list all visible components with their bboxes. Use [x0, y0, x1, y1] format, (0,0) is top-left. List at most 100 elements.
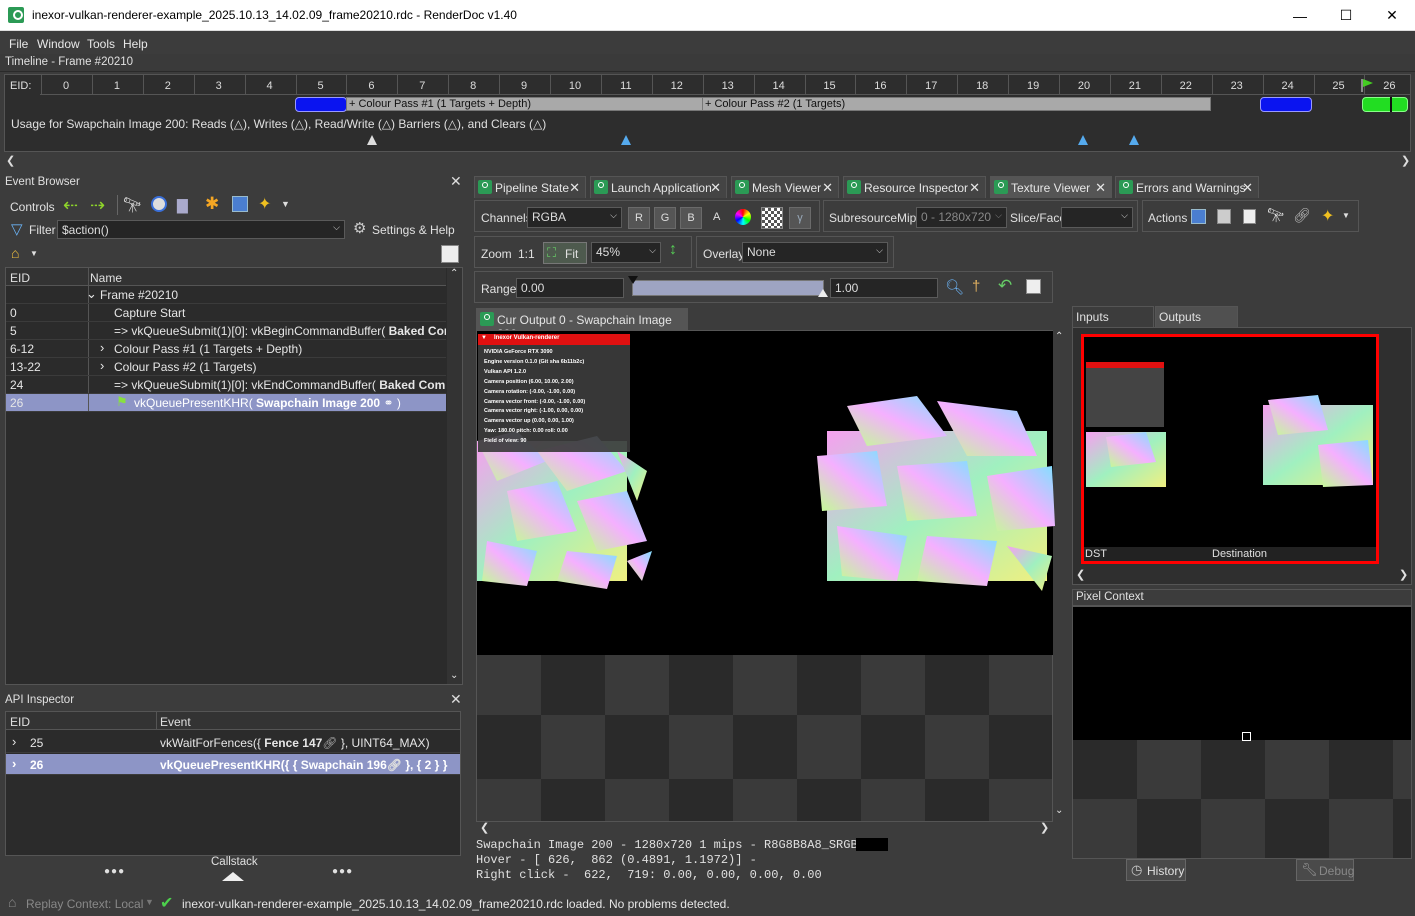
timeline-tick[interactable]: 21 [1120, 80, 1150, 92]
range-min-handle[interactable] [628, 276, 638, 284]
splitter-handle-left[interactable]: ●●● [104, 866, 125, 877]
zoom-select[interactable]: 45% ⌵ [591, 242, 661, 263]
event-row[interactable]: 0 Capture Start [6, 304, 446, 322]
channel-r-toggle[interactable]: R [628, 207, 650, 229]
replay-context-label[interactable]: Replay Context: Local [26, 897, 143, 911]
close-button[interactable]: ✕ [1369, 0, 1415, 31]
menu-help[interactable]: Help [123, 37, 148, 51]
col-eid[interactable]: EID [10, 715, 30, 729]
read-marker-icon[interactable] [621, 135, 631, 145]
binoculars-icon[interactable]: 🔭︎ [1267, 207, 1285, 224]
chevron-down-icon[interactable]: ⌄ [1055, 805, 1063, 816]
maximize-button[interactable]: ☐ [1323, 0, 1369, 31]
event-row[interactable]: ⌄ Frame #20210 [6, 286, 446, 304]
chevron-down-icon[interactable]: ▼ [1342, 211, 1350, 220]
link-icon[interactable]: 🔗︎ [1293, 207, 1311, 224]
timeline-tick[interactable]: 20 [1069, 80, 1099, 92]
flip-vertical-icon[interactable]: ↕ [669, 241, 677, 259]
event-row[interactable]: 6-12 › Colour Pass #1 (1 Targets + Depth) [6, 340, 446, 358]
fit-button[interactable]: ⛶ Fit [543, 242, 587, 264]
chevron-left-icon[interactable]: ❮ [480, 821, 489, 834]
output-thumbnail-dst[interactable]: DST Destination [1081, 334, 1379, 564]
chevron-down-icon[interactable]: ▼ [145, 897, 154, 907]
extension-puzzle-icon[interactable]: ✦ [258, 194, 271, 214]
bookmark-asterisk-icon[interactable]: ✱ [205, 194, 219, 214]
channel-g-toggle[interactable]: G [654, 207, 676, 229]
timeline-scroll-right[interactable]: ❯ [1401, 154, 1410, 167]
filter-input[interactable]: $action() ⌵ [57, 220, 345, 239]
chevron-right-icon[interactable]: › [100, 358, 104, 373]
timeline-tick[interactable]: 2 [153, 80, 183, 92]
minimize-button[interactable]: — [1277, 0, 1323, 31]
timeline-tick[interactable]: 8 [458, 80, 488, 92]
menu-tools[interactable]: Tools [87, 37, 115, 51]
chevron-down-icon[interactable]: ⌄ [86, 286, 97, 302]
timeline-marker-blue-2[interactable] [1260, 97, 1312, 112]
checkerboard-icon[interactable] [761, 207, 783, 229]
chevron-down-icon[interactable]: ▼ [30, 249, 38, 258]
timeline-tick[interactable]: 10 [560, 80, 590, 92]
home-icon[interactable]: ⌂ [11, 245, 19, 261]
timeline-tick[interactable]: 4 [255, 80, 285, 92]
overlay-select[interactable]: None ⌵ [742, 242, 888, 263]
gamma-toggle[interactable]: γ [789, 207, 811, 229]
zoom-1to1-button[interactable]: 1:1 [518, 247, 535, 261]
menu-file[interactable]: File [9, 37, 28, 51]
channel-a-toggle[interactable]: A [713, 211, 720, 223]
chevron-right-icon[interactable]: ❯ [1399, 568, 1408, 581]
range-histogram-slider[interactable] [632, 280, 824, 296]
clear-marker-icon[interactable] [367, 135, 377, 145]
chevron-right-icon[interactable]: › [12, 756, 16, 771]
timeline-tick[interactable]: 9 [509, 80, 539, 92]
api-row[interactable]: › 25 vkWaitForFences({ Fence 147🔗︎ }, UI… [6, 732, 460, 753]
next-action-icon[interactable]: ⇢ [90, 195, 105, 216]
chevron-up-icon[interactable]: ⌃ [1055, 331, 1063, 342]
texture-canvas[interactable]: ▼ Inexor Vulkan-renderer NVIDIA GeForce … [476, 330, 1063, 834]
event-row[interactable]: 13-22 › Colour Pass #2 (1 Targets) [6, 358, 446, 376]
menu-window[interactable]: Window [37, 37, 80, 51]
timeline-tick[interactable]: 15 [815, 80, 845, 92]
timeline-tick[interactable]: 6 [356, 80, 386, 92]
auto-fit-wand-icon[interactable]: † [972, 278, 980, 295]
timeline-tick[interactable]: 22 [1171, 80, 1201, 92]
timeline-colour-pass-2[interactable]: + Colour Pass #2 (1 Targets) [702, 97, 1211, 111]
pixel-context-view[interactable] [1072, 606, 1412, 859]
timeline-colour-pass-1[interactable]: + Colour Pass #1 (1 Targets + Depth) [346, 97, 704, 111]
chevron-down-icon[interactable]: ▼ [281, 199, 290, 209]
rendered-frame[interactable]: ▼ Inexor Vulkan-renderer NVIDIA GeForce … [477, 331, 1055, 655]
chevron-left-icon[interactable]: ❮ [1076, 568, 1085, 581]
save-icon[interactable] [232, 196, 248, 212]
read-marker-icon[interactable] [1078, 135, 1088, 145]
tab-pipeline-state[interactable]: Pipeline State ✕ [474, 176, 586, 198]
tab-cur-output[interactable]: Cur Output 0 - Swapchain Image 200 [476, 308, 688, 341]
tab-mesh-viewer[interactable]: Mesh Viewer ✕ [731, 176, 839, 198]
color-wheel-icon[interactable] [735, 209, 751, 225]
event-tree-scrollbar[interactable]: ⌃ ⌄ [447, 268, 462, 684]
timeline-tick[interactable]: 13 [713, 80, 743, 92]
channels-select[interactable]: RGBA ⌵ [527, 207, 622, 228]
splitter-handle-right[interactable]: ●●● [332, 866, 353, 877]
timeline-tick[interactable]: 18 [967, 80, 997, 92]
col-eid[interactable]: EID [10, 271, 30, 285]
timeline-tick[interactable]: 23 [1222, 80, 1252, 92]
api-inspector-tree[interactable]: EID Event › 25 vkWaitForFences({ Fence 1… [5, 711, 461, 856]
timeline-panel[interactable]: EID: 0 1 2 3 4 5 6 7 8 9 10 11 12 13 14 15 16 17 18 19 20 21 2… [4, 74, 1411, 152]
timeline-tick[interactable]: 16 [865, 80, 895, 92]
col-name[interactable]: Name [90, 271, 122, 285]
chevron-down-icon[interactable]: ⌄ [450, 670, 458, 681]
timeline-tick[interactable]: 7 [407, 80, 437, 92]
event-row-selected[interactable]: 26 ⚑ vkQueuePresentKHR( Swapchain Image 20… [6, 394, 446, 412]
range-min-input[interactable]: 0.00 [516, 278, 624, 298]
event-tree[interactable]: EID Name ⌄ Frame #20210 0 Capture Start 5 => … [5, 267, 463, 685]
debug-button[interactable]: 🔧︎ Debug [1296, 859, 1354, 881]
timeline-marker-green[interactable] [1362, 97, 1408, 112]
timeline-tick[interactable]: 12 [662, 80, 692, 92]
chevron-up-icon[interactable]: ⌃ [450, 268, 458, 279]
previous-action-icon[interactable]: ⇠ [63, 195, 78, 216]
timeline-tick[interactable]: 14 [764, 80, 794, 92]
timing-clock-icon[interactable] [151, 196, 167, 212]
slice-face-select[interactable]: ⌵ [1061, 207, 1133, 228]
export-notes-icon[interactable] [441, 245, 459, 263]
tab-inputs[interactable]: Inputs [1072, 306, 1154, 327]
chevron-right-icon[interactable]: › [100, 340, 104, 355]
